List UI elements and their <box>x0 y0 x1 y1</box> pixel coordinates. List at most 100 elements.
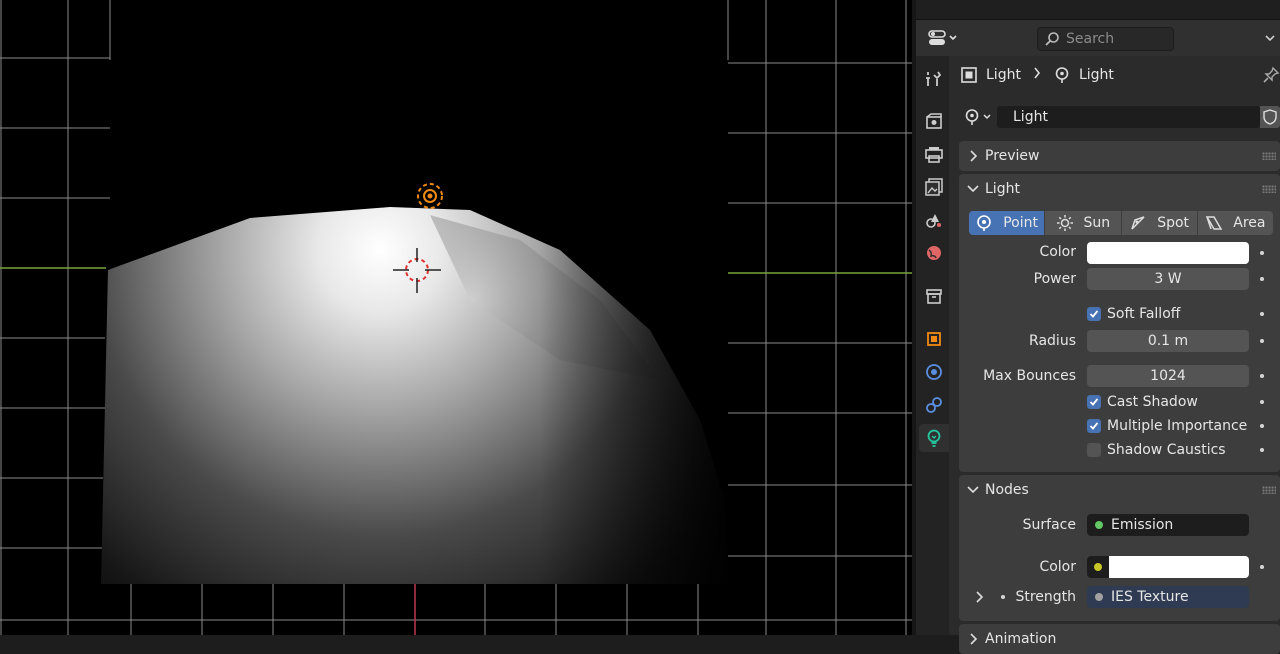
editor-type-dropdown[interactable] <box>924 26 962 50</box>
panel-title: Nodes <box>985 482 1029 498</box>
panel-title: Animation <box>985 631 1057 647</box>
node-color-label: Color <box>1039 559 1076 575</box>
object-icon <box>927 332 941 346</box>
tab-scene[interactable] <box>919 206 949 234</box>
sun-icon <box>1056 214 1074 232</box>
chevron-down-icon <box>961 184 985 194</box>
chevron-down-icon <box>961 485 985 495</box>
max-bounces-label: Max Bounces <box>983 368 1076 384</box>
strength-input-field[interactable]: IES Texture <box>1087 586 1249 608</box>
surface-shader-field[interactable]: Emission <box>1087 514 1249 536</box>
multiple-importance-checkbox[interactable]: Multiple Importance <box>1087 418 1247 434</box>
color-socket-field[interactable] <box>1087 556 1109 578</box>
physics-icon <box>926 364 942 380</box>
radius-field[interactable]: 0.1 m <box>1087 330 1249 352</box>
drag-grip[interactable] <box>1262 185 1276 193</box>
light-datablock-selector: Light <box>960 105 1280 129</box>
cast-shadow-checkbox[interactable]: Cast Shadow <box>1087 394 1198 410</box>
keyframe-dot[interactable] <box>1260 374 1264 378</box>
panel-preview-header[interactable]: Preview <box>959 141 1280 171</box>
browse-light-dropdown[interactable] <box>960 105 996 129</box>
chevron-right-icon <box>1033 67 1041 83</box>
collection-icon <box>926 289 942 304</box>
strength-label: Strength <box>1015 589 1076 605</box>
fake-user-shield-icon[interactable] <box>1260 106 1280 128</box>
keyframe-dot[interactable] <box>1260 339 1264 343</box>
3d-viewport[interactable] <box>0 0 912 635</box>
object-data-icon <box>960 66 978 84</box>
light-type-spot[interactable]: Spot <box>1121 211 1198 235</box>
search-placeholder: Search <box>1066 31 1115 47</box>
tool-icon <box>926 71 942 86</box>
properties-header-strip <box>916 0 1280 20</box>
panel-animation[interactable]: Animation <box>959 624 1280 654</box>
light-type-area[interactable]: Area <box>1197 211 1273 235</box>
power-field[interactable]: 3 W <box>1087 268 1249 290</box>
keyframe-dot[interactable] <box>1260 448 1264 452</box>
view-layer-icon <box>925 178 943 196</box>
light-type-sun[interactable]: Sun <box>1045 211 1122 235</box>
panel-animation-header[interactable]: Animation <box>959 624 1280 654</box>
search-icon <box>1044 31 1060 47</box>
chevron-right-icon <box>961 150 985 162</box>
tab-physics[interactable] <box>919 358 949 386</box>
tab-render[interactable] <box>919 107 949 135</box>
panel-light-header[interactable]: Light <box>959 174 1280 204</box>
light-type-point[interactable]: Point <box>969 211 1046 235</box>
pin-icon[interactable] <box>1262 66 1280 88</box>
color-socket-icon <box>1094 563 1102 571</box>
checkmark-icon <box>1087 395 1101 409</box>
drag-grip[interactable] <box>1262 152 1276 160</box>
output-icon <box>925 147 943 163</box>
render-icon <box>926 113 942 129</box>
breadcrumb-object[interactable]: Light <box>986 67 1021 83</box>
panel-title: Light <box>985 181 1020 197</box>
light-color-swatch[interactable] <box>1087 242 1249 264</box>
light-bulb-icon <box>927 429 941 447</box>
breadcrumb: Light Light <box>960 64 1114 86</box>
keyframe-dot[interactable] <box>1260 565 1264 569</box>
color-label: Color <box>1039 244 1076 260</box>
emission-color-swatch[interactable] <box>1109 556 1249 578</box>
point-light-icon <box>975 214 993 232</box>
tab-object[interactable] <box>919 325 949 353</box>
properties-editor-icon <box>928 30 957 45</box>
scene-icon <box>926 214 941 228</box>
constraints-icon <box>926 397 942 413</box>
chevron-down-icon[interactable] <box>1264 31 1276 47</box>
drag-grip[interactable] <box>1262 486 1276 494</box>
float-socket-icon <box>1095 593 1103 601</box>
max-bounces-field[interactable]: 1024 <box>1087 365 1249 387</box>
panel-preview[interactable]: Preview <box>959 141 1280 171</box>
viewport-canvas[interactable] <box>0 0 912 635</box>
tab-world[interactable] <box>919 239 949 267</box>
panel-nodes-header[interactable]: Nodes <box>959 475 1280 505</box>
tab-output[interactable] <box>919 140 949 168</box>
keyframe-dot[interactable] <box>1260 312 1264 316</box>
tab-view-layer[interactable] <box>919 173 949 201</box>
tab-light-data[interactable] <box>919 424 949 452</box>
tab-constraints[interactable] <box>919 391 949 419</box>
world-icon <box>927 246 941 260</box>
power-label: Power <box>1033 271 1076 287</box>
panel-title: Preview <box>985 148 1040 164</box>
tab-collection[interactable] <box>919 282 949 310</box>
keyframe-dot[interactable] <box>1260 400 1264 404</box>
shadow-caustics-checkbox[interactable]: Shadow Caustics <box>1087 442 1226 458</box>
checkmark-icon <box>1087 419 1101 433</box>
search-input[interactable]: Search <box>1037 27 1174 51</box>
shader-socket-icon <box>1095 521 1103 529</box>
spot-light-icon <box>1129 214 1147 232</box>
checkmark-icon <box>1087 307 1101 321</box>
datablock-name-field[interactable]: Light <box>997 106 1260 128</box>
soft-falloff-checkbox[interactable]: Soft Falloff <box>1087 306 1180 322</box>
tab-tool[interactable] <box>919 65 949 93</box>
breadcrumb-data[interactable]: Light <box>1079 67 1114 83</box>
light-type-selector: Point Sun Spot Area <box>969 211 1273 235</box>
keyframe-dot[interactable] <box>1260 277 1264 281</box>
keyframe-dot[interactable] <box>1260 424 1264 428</box>
keyframe-dot[interactable] <box>1260 251 1264 255</box>
light-data-icon <box>1053 66 1071 84</box>
area-light-icon <box>1205 214 1223 232</box>
surface-label: Surface <box>1022 517 1076 533</box>
